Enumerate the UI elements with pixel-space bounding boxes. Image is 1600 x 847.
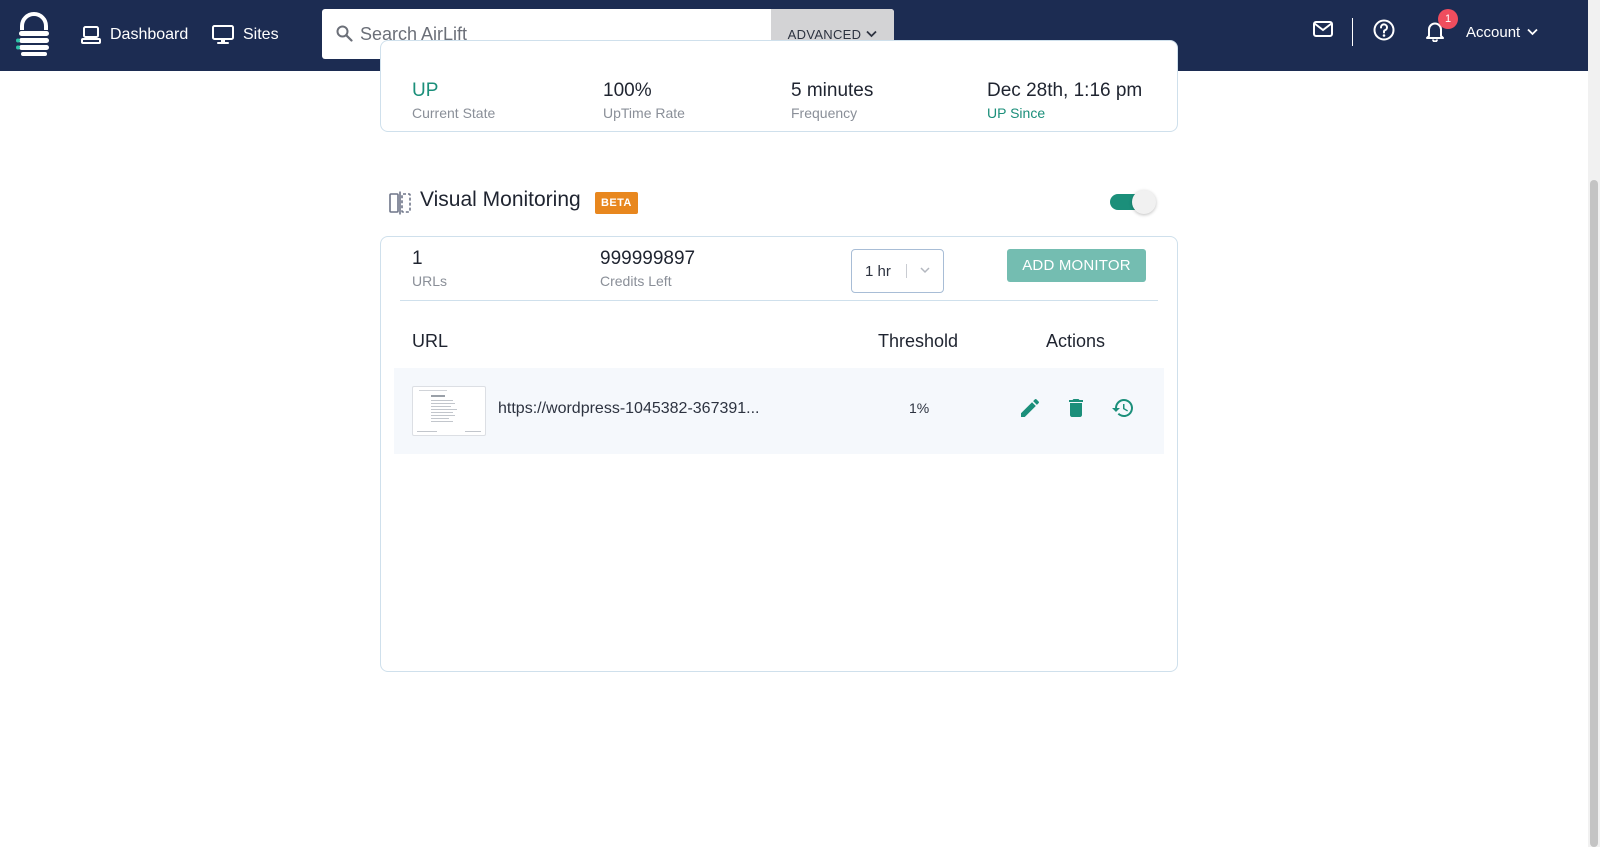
stat-label: Current State [412, 105, 496, 121]
stat-label: UpTime Rate [603, 105, 685, 121]
monitor-icon [212, 25, 234, 44]
stat-label: Frequency [791, 105, 858, 121]
stat-frequency: 5 minutes Frequency [791, 80, 873, 121]
monitor-url[interactable]: https://wordpress-1045382-367391... [498, 400, 788, 418]
search-icon [336, 25, 353, 42]
mail-icon[interactable] [1313, 21, 1333, 37]
stat-label: URLs [412, 273, 448, 289]
select-separator [906, 264, 907, 278]
delete-icon[interactable] [1064, 396, 1088, 420]
page-thumbnail[interactable] [412, 386, 486, 436]
chevron-down-icon [920, 267, 930, 274]
monitor-threshold: 1% [909, 400, 930, 416]
nav-divider [1352, 18, 1353, 46]
visual-monitoring-card [380, 236, 1178, 672]
nav-sites-label: Sites [243, 26, 279, 43]
stat-value: 100% [603, 80, 652, 101]
stat-value: 5 minutes [791, 80, 874, 101]
account-menu[interactable]: Account [1466, 20, 1538, 44]
stat-value: 1 [412, 248, 423, 269]
column-header-threshold: Threshold [878, 331, 959, 351]
stat-credits: 999999897 Credits Left [600, 248, 695, 289]
card-divider [400, 300, 1158, 301]
history-icon[interactable] [1111, 396, 1135, 420]
stat-value: Dec 28th, 1:16 pm [987, 80, 1143, 101]
visual-compare-icon [389, 191, 411, 215]
nav-dashboard[interactable]: Dashboard [81, 20, 188, 50]
column-header-actions: Actions [1046, 331, 1106, 351]
add-monitor-button[interactable]: ADD MONITOR [1007, 249, 1146, 282]
stat-uptime-rate: 100% UpTime Rate [603, 80, 685, 121]
stat-urls: 1 URLs [412, 248, 447, 289]
visual-monitoring-toggle[interactable] [1110, 190, 1158, 214]
stat-current-state: UP Current State [412, 80, 495, 121]
column-header-url: URL [412, 331, 449, 351]
period-select[interactable]: 1 hr [851, 249, 944, 293]
nav-dashboard-label: Dashboard [110, 26, 189, 43]
chevron-down-icon [866, 30, 877, 38]
laptop-icon [81, 26, 101, 44]
beta-badge: BETA [595, 192, 638, 214]
nav-sites[interactable]: Sites [212, 20, 279, 50]
account-label: Account [1466, 23, 1521, 41]
stat-label: Credits Left [600, 273, 672, 289]
stat-up-since: Dec 28th, 1:16 pm UP Since [987, 80, 1142, 121]
edit-icon[interactable] [1018, 396, 1042, 420]
visual-monitoring-title: Visual Monitoring [420, 188, 581, 211]
chevron-down-icon [1527, 28, 1538, 36]
period-value: 1 hr [865, 262, 891, 280]
airlift-logo[interactable] [16, 12, 52, 56]
scrollbar-thumb[interactable] [1590, 180, 1598, 847]
stat-label: UP Since [987, 105, 1046, 121]
stat-value: 999999897 [600, 248, 696, 269]
toggle-knob [1132, 190, 1156, 214]
help-icon[interactable] [1373, 19, 1395, 41]
notification-badge: 1 [1438, 9, 1458, 29]
stat-value: UP [412, 80, 439, 101]
thumbnail-preview [417, 390, 481, 432]
